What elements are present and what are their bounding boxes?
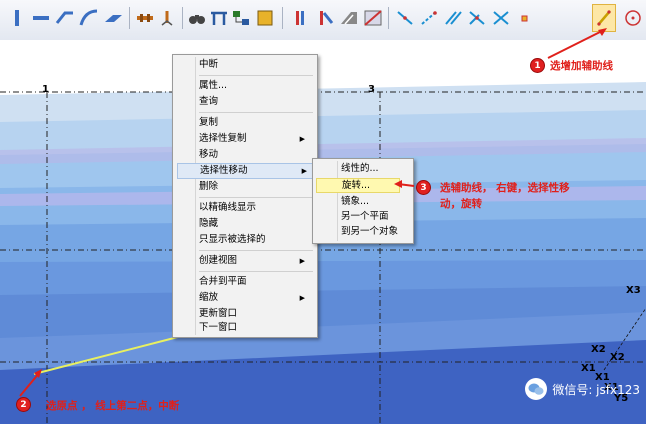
submenu-item-to-another-plane[interactable]: 另一个平面 [341,210,389,224]
view-icon[interactable] [362,6,384,30]
grid-label-x1a: X1 [581,363,596,374]
point-line-icon[interactable] [394,6,416,30]
submenu-item-linear[interactable]: 线性的... [341,162,379,176]
menu-item-move[interactable]: 移动 [199,148,218,162]
menu-item-next-window[interactable]: 下一窗口 [199,321,237,335]
weld-icon[interactable] [156,6,178,30]
beam-icon[interactable] [30,6,52,30]
toolbar [0,0,646,41]
cross-icon[interactable] [490,6,512,30]
menu-item-delete[interactable]: 删除 [199,180,218,194]
menu-item-copy-special-label: 选择性复制 [199,133,247,144]
submenu-item-to-another-object[interactable]: 到另一个对象 [341,225,398,239]
wechat-icon [525,378,548,400]
annotation-step-3-line1: 选辅助线， 右键，选择性移 [440,182,570,194]
menu-item-update-window[interactable]: 更新窗口 [199,307,237,321]
menu-item-create-view-label: 创建视图 [199,255,238,266]
section-icon[interactable] [338,6,360,30]
grid-label-x2b: X2 [610,352,625,363]
step-badge-2: 2 [16,397,31,412]
submenu-arrow-icon: ▶ [299,294,305,302]
intersect-icon[interactable] [466,6,488,30]
annotation-step-3-line2: 动，旋转 [440,198,482,210]
submenu-arrow-icon: ▶ [301,167,307,175]
menu-item-zoom-label: 缩放 [199,292,219,303]
annotation-step-1: 选增加辅助线 [550,60,613,72]
grid-label-3: 3 [368,84,375,95]
menu-item-properties[interactable]: 属性... [199,79,227,93]
point-dashed-icon[interactable] [418,6,440,30]
menu-item-move-special[interactable]: 选择性移动 ▶ [177,163,313,179]
watermark: 微信号: jsfx123 [525,374,640,404]
menu-item-inquire[interactable]: 查询 [199,95,218,109]
menu-item-hide[interactable]: 隐藏 [199,217,218,231]
add-construction-line-icon[interactable] [592,4,616,32]
submenu-arrow-icon: ▶ [299,257,305,265]
hierarchy-icon[interactable] [230,6,252,30]
measure-icon[interactable] [208,6,230,30]
menu-item-move-special-label: 选择性移动 [200,165,248,176]
plate-icon[interactable] [102,6,124,30]
circle-point-icon[interactable] [622,6,644,30]
column-icon[interactable] [6,6,28,30]
submenu-item-rotate[interactable]: 旋转... [316,178,400,193]
watermark-text: 微信号: jsfx123 [552,382,640,397]
submenu-arrow-icon: ▶ [299,135,305,143]
submenu-item-mirror[interactable]: 镜象... [341,195,369,209]
menu-item-interrupt[interactable]: 中断 [199,58,218,72]
column-seq2-icon[interactable] [314,6,336,30]
grid-label-x3: X3 [626,285,641,296]
step-badge-3: 3 [416,180,431,195]
point-small-icon[interactable] [514,6,536,30]
menu-item-copy-special[interactable]: 选择性复制 ▶ [199,132,313,146]
menu-item-copy[interactable]: 复制 [199,116,218,130]
menu-item-exact-lines[interactable]: 以精确线显示 [199,201,256,215]
step-badge-1: 1 [530,58,545,73]
menu-item-merge-plane[interactable]: 合并到平面 [199,275,247,289]
brace-icon[interactable] [54,6,76,30]
menu-item-create-view[interactable]: 创建视图 ▶ [199,254,313,268]
context-menu: 中断 属性... 查询 复制 选择性复制 ▶ 移动 选择性移动 ▶ 删除 以精确线显… [172,54,318,338]
column-seq-icon[interactable] [290,6,312,30]
box-icon[interactable] [254,6,276,30]
grid-label-1: 1 [42,84,49,95]
grid-label-x2a: X2 [591,344,606,355]
menu-item-show-selected[interactable]: 只显示被选择的 [199,233,266,247]
curved-beam-icon[interactable] [78,6,100,30]
parallel-line-icon[interactable] [442,6,464,30]
move-special-submenu: 线性的... 旋转... 镜象... 另一个平面 到另一个对象 [312,158,414,244]
binoculars-icon[interactable] [186,6,208,30]
menu-item-zoom[interactable]: 缩放 ▶ [199,291,313,305]
bolt-icon[interactable] [134,6,156,30]
annotation-step-2: 选原点 ， 线上第二点，中断 [46,400,180,412]
